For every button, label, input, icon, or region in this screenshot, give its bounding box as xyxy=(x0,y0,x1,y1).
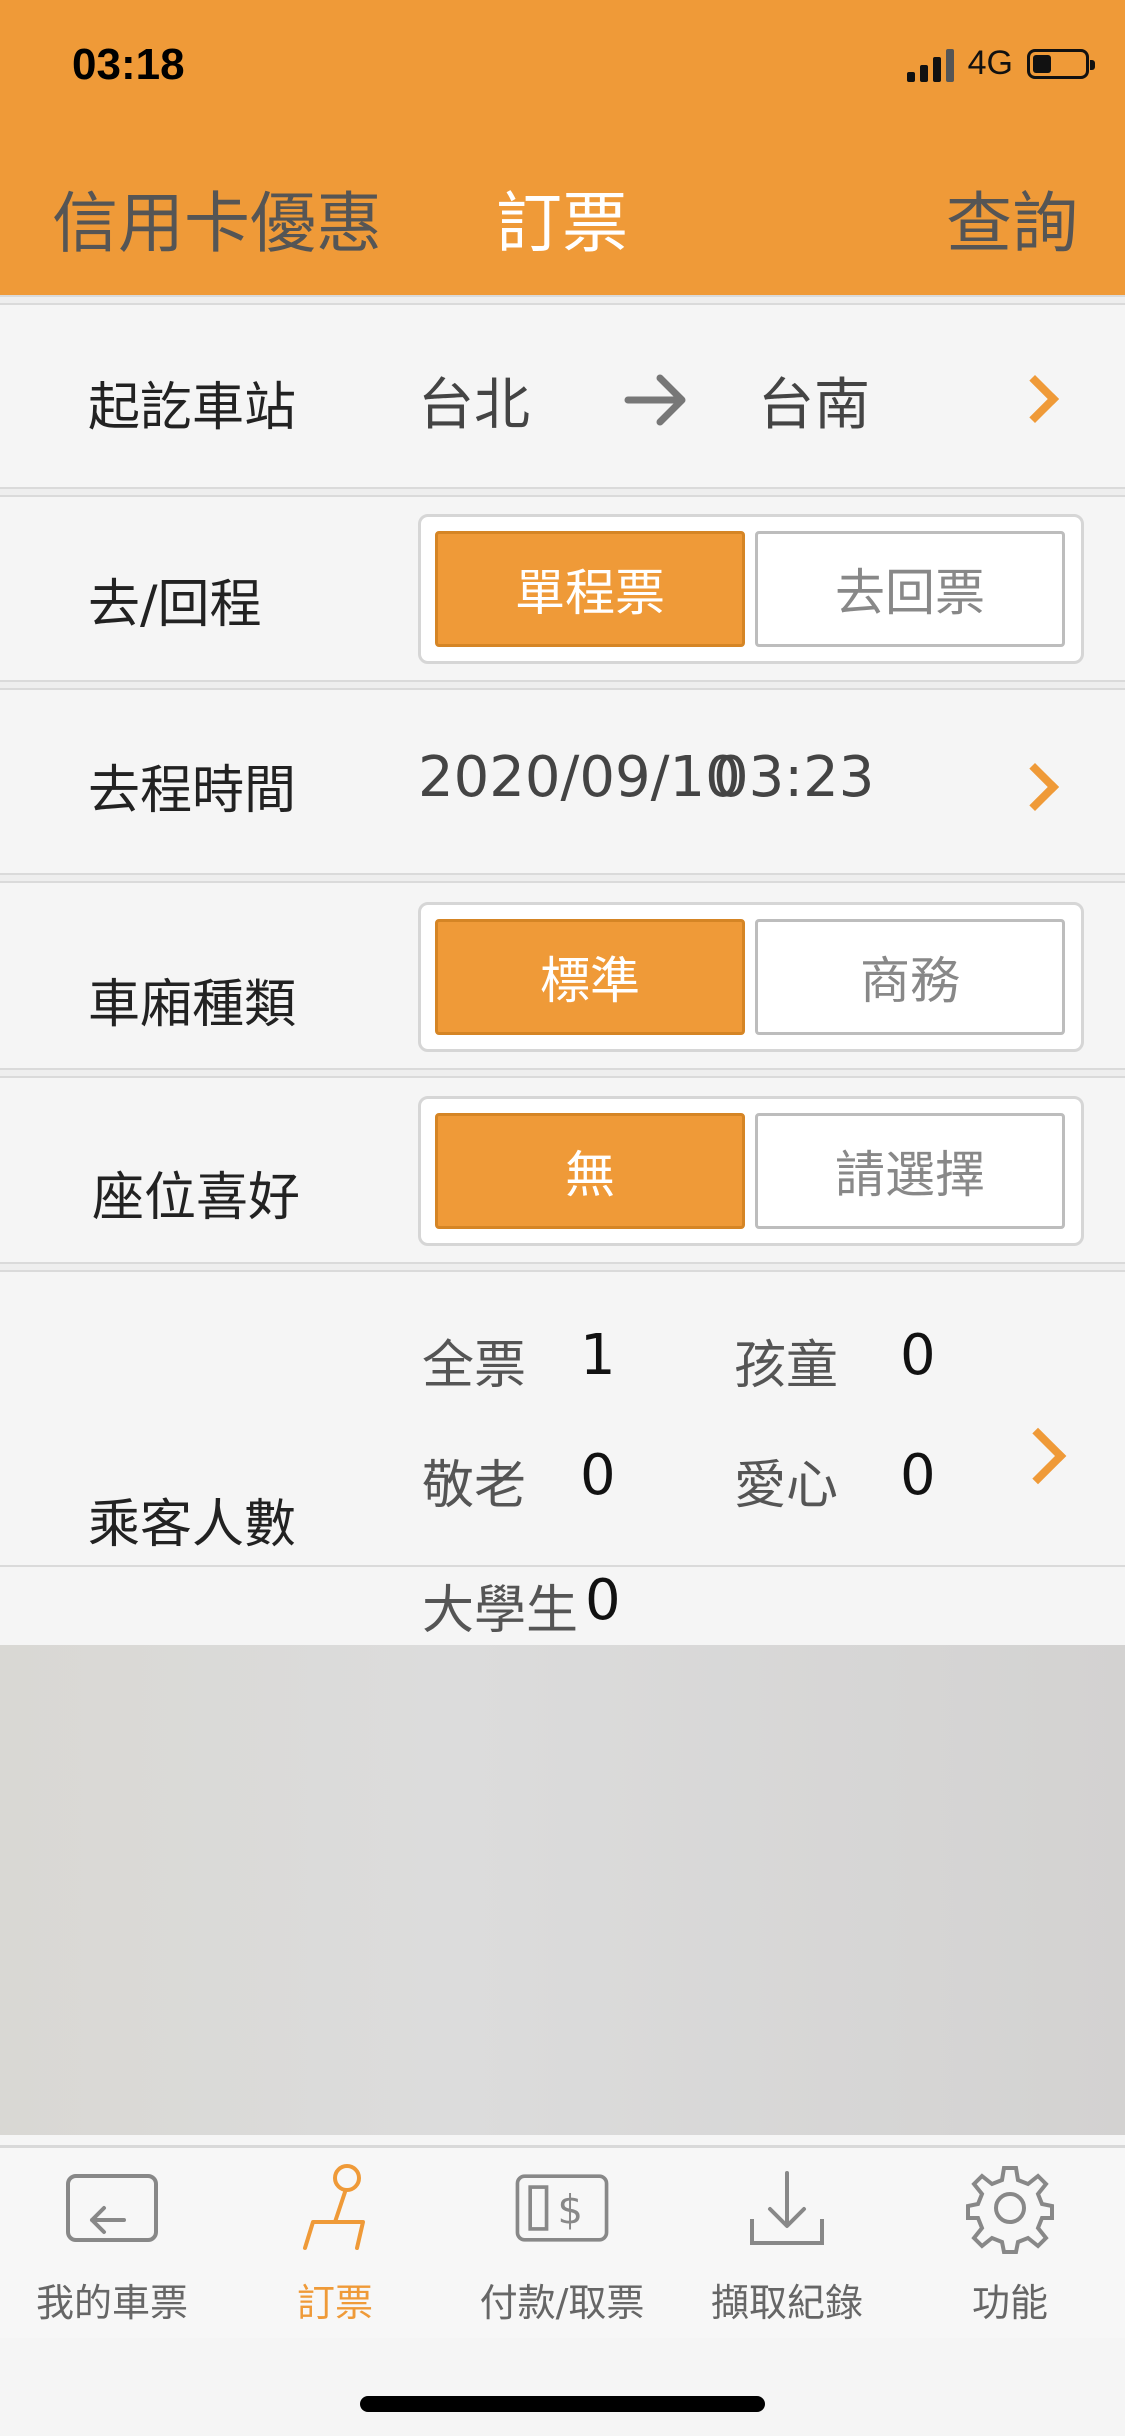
seat-icon xyxy=(285,2158,385,2258)
passenger-count-child[interactable]: 0 xyxy=(900,1323,936,1388)
from-station[interactable]: 台北 xyxy=(418,360,530,441)
passenger-count-senior[interactable]: 0 xyxy=(580,1443,616,1508)
no-preference-button[interactable]: 無 xyxy=(435,1113,745,1229)
nav-my-tickets[interactable]: 我的車票 xyxy=(17,2158,207,2327)
chevron-right-icon[interactable] xyxy=(1010,762,1060,812)
car-type-label: 車廂種類 xyxy=(88,975,297,1035)
passenger-count-adult[interactable]: 1 xyxy=(580,1323,616,1388)
passenger-type-student: 大學生 xyxy=(422,1581,579,1641)
chevron-right-icon[interactable] xyxy=(1010,374,1060,424)
seat-pref-selector: 無 請選擇 xyxy=(418,1096,1084,1246)
bottom-navigation: 我的車票 訂票 $ 付款/取票 擷取紀錄 功能 xyxy=(0,2145,1125,2338)
nav-label: 我的車票 xyxy=(35,2281,188,2325)
to-station[interactable]: 台南 xyxy=(758,360,870,441)
chevron-right-icon[interactable] xyxy=(1009,1427,1067,1485)
divider xyxy=(0,487,1125,497)
divider xyxy=(0,873,1125,883)
ad-banner-area xyxy=(0,1645,1125,2135)
trip-type-selector: 單程票 去回票 xyxy=(418,514,1084,664)
gear-icon xyxy=(960,2158,1060,2258)
stations-label: 起訖車站 xyxy=(88,378,297,438)
status-time: 03:18 xyxy=(72,40,185,89)
passenger-type-senior: 敬老 xyxy=(422,1456,527,1516)
divider xyxy=(0,1262,1125,1272)
nav-label: 擷取紀錄 xyxy=(710,2281,863,2325)
nav-label: 功能 xyxy=(971,2281,1048,2325)
tab-credit-card-offers[interactable]: 信用卡優惠 xyxy=(52,170,382,266)
trip-type-label: 去/回程 xyxy=(88,575,262,635)
business-car-button[interactable]: 商務 xyxy=(755,919,1065,1035)
passenger-count-student[interactable]: 0 xyxy=(585,1568,621,1633)
divider xyxy=(0,680,1125,690)
passenger-type-disabled: 愛心 xyxy=(734,1456,839,1516)
round-trip-button[interactable]: 去回票 xyxy=(755,531,1065,647)
passenger-type-adult: 全票 xyxy=(422,1336,527,1396)
standard-car-button[interactable]: 標準 xyxy=(435,919,745,1035)
nav-payment[interactable]: $ 付款/取票 xyxy=(467,2158,657,2327)
seat-pref-label: 座位喜好 xyxy=(92,1168,301,1228)
svg-text:$: $ xyxy=(557,2187,582,2233)
arrow-right-icon[interactable] xyxy=(622,368,692,432)
passengers-label: 乘客人數 xyxy=(88,1495,297,1555)
passenger-count-disabled[interactable]: 0 xyxy=(900,1443,936,1508)
nav-booking[interactable]: 訂票 xyxy=(240,2158,430,2327)
tab-booking[interactable]: 訂票 xyxy=(496,170,628,266)
network-type: 4G xyxy=(967,44,1013,82)
signal-icon xyxy=(906,46,954,82)
divider xyxy=(0,295,1125,305)
choose-seat-button[interactable]: 請選擇 xyxy=(755,1113,1065,1229)
divider xyxy=(0,1068,1125,1078)
ticket-back-icon xyxy=(62,2158,162,2258)
nav-fetch-records[interactable]: 擷取紀錄 xyxy=(692,2158,882,2327)
departure-label: 去程時間 xyxy=(88,761,297,821)
nav-label: 訂票 xyxy=(296,2281,373,2325)
car-type-selector: 標準 商務 xyxy=(418,902,1084,1052)
status-indicators: 4G xyxy=(906,44,1095,83)
nav-functions[interactable]: 功能 xyxy=(915,2158,1105,2327)
download-icon xyxy=(737,2158,837,2258)
departure-date[interactable]: 2020/09/10 xyxy=(418,745,741,810)
battery-icon xyxy=(1027,48,1095,79)
nav-label: 付款/取票 xyxy=(479,2281,645,2325)
home-indicator xyxy=(360,2396,765,2412)
tab-query[interactable]: 查詢 xyxy=(946,170,1078,266)
passenger-type-child: 孩童 xyxy=(734,1336,839,1396)
one-way-button[interactable]: 單程票 xyxy=(435,531,745,647)
payment-icon: $ xyxy=(512,2158,612,2258)
departure-time[interactable]: 03:23 xyxy=(713,745,874,810)
